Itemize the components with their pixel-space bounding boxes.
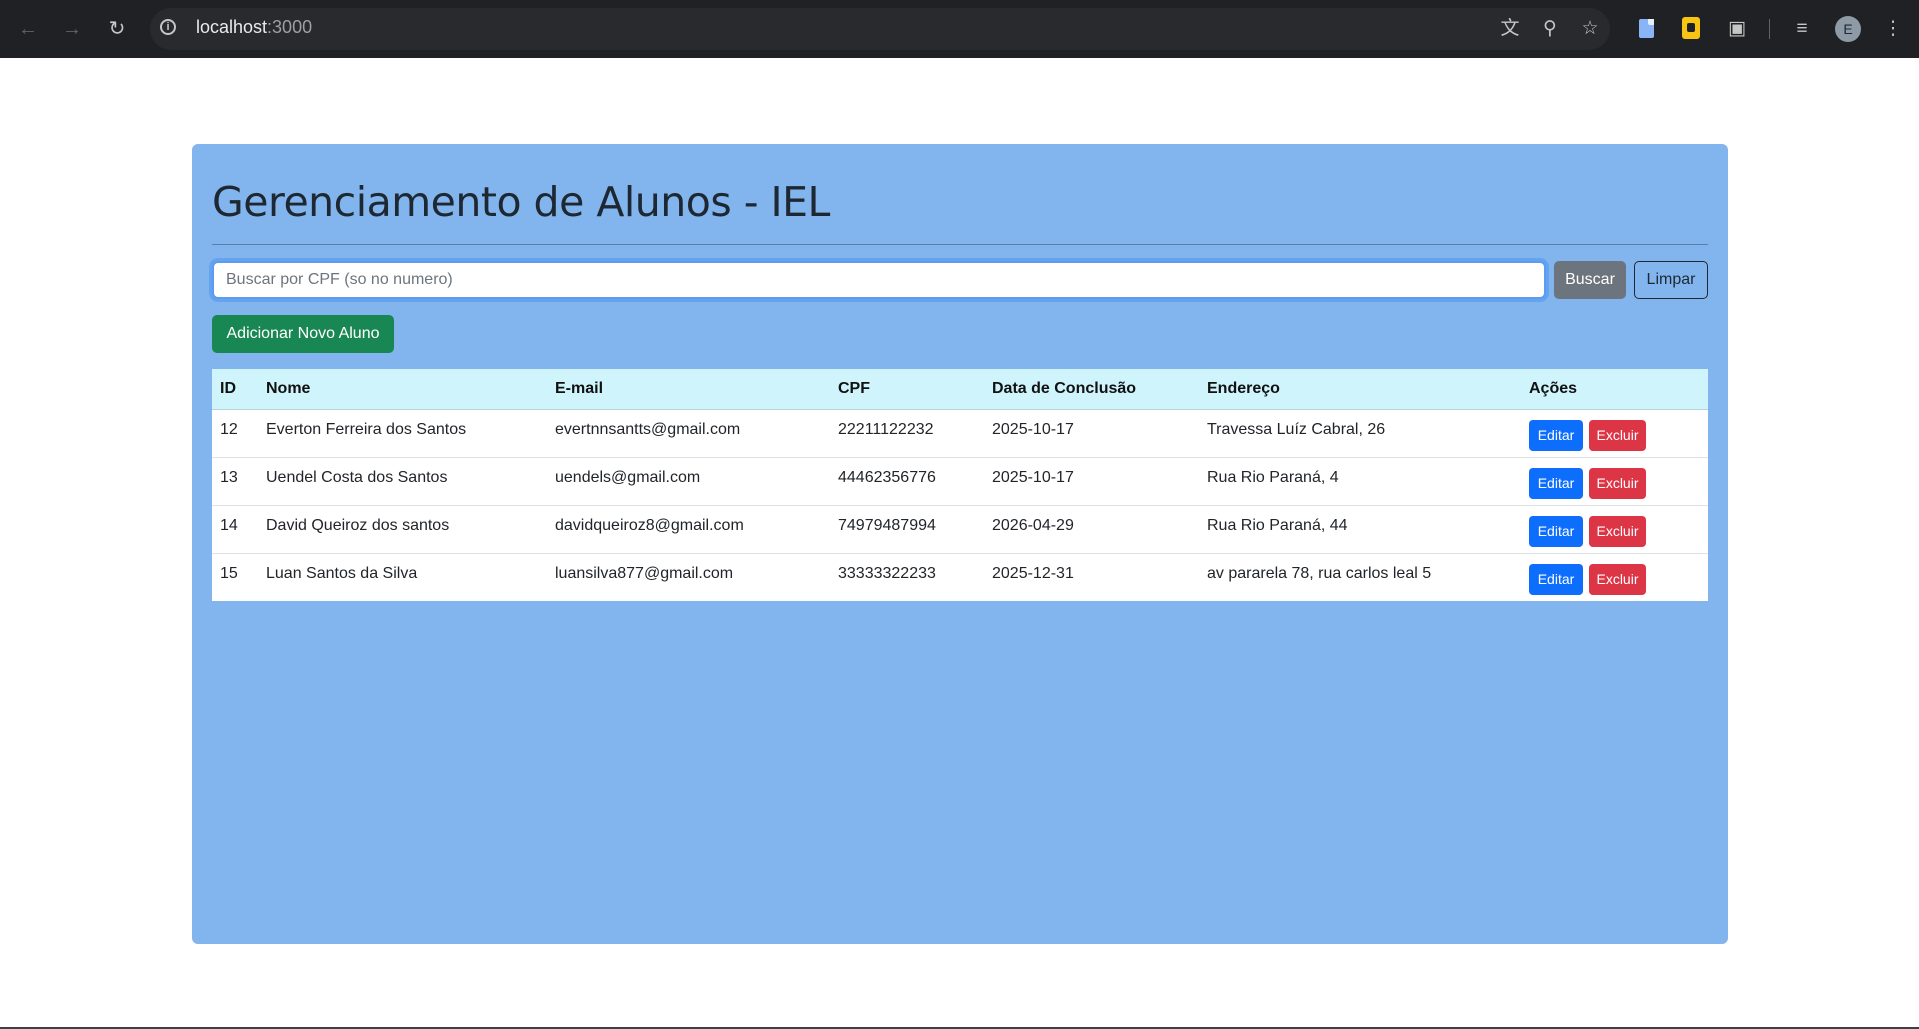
edit-button[interactable]: Editar <box>1529 419 1583 451</box>
header-nome: Nome <box>258 369 547 410</box>
cell-cpf: 44462356776 <box>830 456 984 505</box>
cell-nome: Uendel Costa dos Santos <box>258 456 547 505</box>
title-divider <box>212 244 1708 245</box>
table-row: 13 Uendel Costa dos Santos uendels@gmail… <box>212 456 1708 505</box>
cell-nome: Everton Ferreira dos Santos <box>266 421 467 438</box>
cell-acoes: Editar Excluir <box>1521 504 1708 553</box>
back-arrow-icon[interactable]: ← <box>14 15 42 43</box>
delete-button[interactable]: Excluir <box>1589 419 1646 451</box>
delete-button[interactable]: Excluir <box>1589 515 1646 547</box>
header-email: E-mail <box>547 369 830 410</box>
header-acoes: Ações <box>1521 369 1708 410</box>
cell-cpf: 74979487994 <box>830 504 984 553</box>
cell-cpf: 22211122232 <box>838 421 934 438</box>
cell-data: 2025-12-31 <box>984 552 1199 601</box>
address-bar[interactable] <box>150 8 1610 50</box>
edit-button[interactable]: Editar <box>1529 563 1583 595</box>
table-header-row: ID Nome E-mail CPF Data de Conclusão End… <box>212 369 1708 410</box>
cpf-search-input[interactable] <box>212 261 1546 299</box>
url-host: localhost <box>196 17 268 37</box>
cell-endereco: Rua Rio Paraná, 44 <box>1199 504 1521 553</box>
cell-acoes: Editar Excluir <box>1521 409 1708 457</box>
cell-email: evertnnsantts@gmail.com <box>555 421 741 438</box>
url-text[interactable]: localhost:3000 <box>196 17 312 38</box>
url-port: :3000 <box>267 17 313 37</box>
cell-nome: David Queiroz dos santos <box>258 504 547 553</box>
reload-icon[interactable]: ↻ <box>103 15 131 43</box>
cell-id: 14 <box>212 504 258 553</box>
table-row: 12 Everton Ferreira dos Santos evertnnsa… <box>212 409 1708 457</box>
cell-data: 2025-10-17 <box>984 456 1199 505</box>
cell-nome: Luan Santos da Silva <box>258 552 547 601</box>
delete-button[interactable]: Excluir <box>1589 563 1646 595</box>
cell-email: uendels@gmail.com <box>547 456 830 505</box>
cell-cpf: 33333322233 <box>830 552 984 601</box>
site-info-icon[interactable]: i <box>160 19 176 35</box>
menu-kebab-icon[interactable]: ⋮ <box>1880 16 1906 42</box>
zoom-icon[interactable]: ⚲ <box>1537 16 1563 42</box>
profile-avatar[interactable]: E <box>1835 16 1861 42</box>
students-table: ID Nome E-mail CPF Data de Conclusão End… <box>212 369 1708 601</box>
delete-button[interactable]: Excluir <box>1589 467 1646 499</box>
cell-endereco: Rua Rio Paraná, 4 <box>1199 456 1521 505</box>
cell-id: 12 <box>220 421 238 438</box>
extension-file-icon[interactable] <box>1639 19 1654 38</box>
extensions-icon[interactable]: ▣ <box>1724 16 1750 42</box>
cell-id: 15 <box>212 552 258 601</box>
media-control-icon[interactable]: ≡ <box>1789 16 1815 42</box>
cell-email: luansilva877@gmail.com <box>547 552 830 601</box>
header-endereco: Endereço <box>1199 369 1521 410</box>
cell-endereco: av pararela 78, rua carlos leal 5 <box>1199 552 1521 601</box>
page-title: Gerenciamento de Alunos - IEL <box>212 178 830 226</box>
main-panel: Gerenciamento de Alunos - IEL Buscar Lim… <box>192 144 1728 944</box>
cell-email: davidqueiroz8@gmail.com <box>547 504 830 553</box>
table-row: 15 Luan Santos da Silva luansilva877@gma… <box>212 552 1708 601</box>
table-row: 14 David Queiroz dos santos davidqueiroz… <box>212 504 1708 553</box>
bookmark-star-icon[interactable]: ☆ <box>1577 16 1603 42</box>
search-button[interactable]: Buscar <box>1554 261 1626 299</box>
clear-button[interactable]: Limpar <box>1634 261 1708 299</box>
browser-toolbar: ← → ↻ i localhost:3000 文 ⚲ ☆ ▣ ≡ E ⋮ <box>0 0 1919 58</box>
cell-endereco: Travessa Luíz Cabral, 26 <box>1207 421 1386 438</box>
cell-data: 2026-04-29 <box>984 504 1199 553</box>
header-id: ID <box>212 369 258 410</box>
edit-button[interactable]: Editar <box>1529 467 1583 499</box>
header-data-conclusao: Data de Conclusão <box>984 369 1199 410</box>
cell-data: 2025-10-17 <box>992 421 1074 438</box>
add-student-button[interactable]: Adicionar Novo Aluno <box>212 315 394 353</box>
header-cpf: CPF <box>830 369 984 410</box>
cell-acoes: Editar Excluir <box>1521 456 1708 505</box>
translate-icon[interactable]: 文 <box>1497 16 1523 42</box>
toolbar-divider <box>1769 19 1770 39</box>
cell-acoes: Editar Excluir <box>1521 552 1708 601</box>
cell-id: 13 <box>212 456 258 505</box>
edit-button[interactable]: Editar <box>1529 515 1583 547</box>
forward-arrow-icon[interactable]: → <box>58 15 86 43</box>
extension-yellow-icon[interactable] <box>1682 17 1700 39</box>
